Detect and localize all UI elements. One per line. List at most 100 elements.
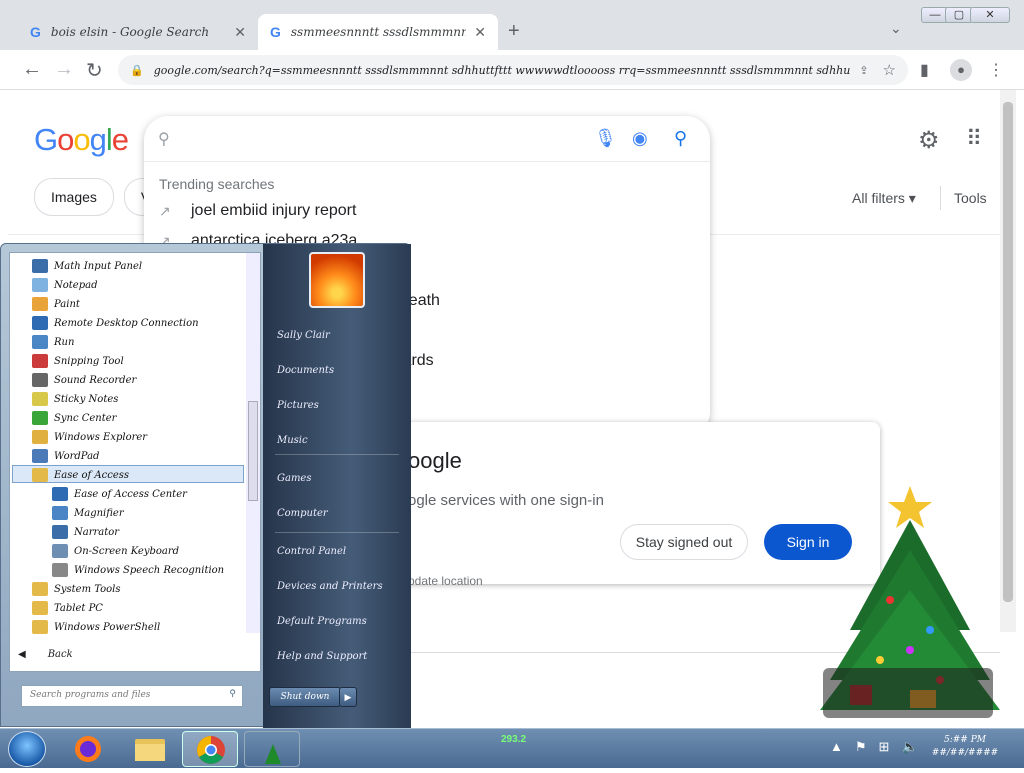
back-button[interactable]: ←: [22, 58, 42, 81]
chip-images[interactable]: Images: [34, 178, 114, 216]
program-item[interactable]: Tablet PC: [32, 599, 103, 617]
program-item[interactable]: Notepad: [32, 276, 97, 294]
tools-button[interactable]: Tools: [954, 190, 987, 206]
forward-button[interactable]: →: [54, 58, 74, 81]
program-label: WordPad: [54, 450, 100, 462]
program-item[interactable]: On-Screen Keyboard: [52, 542, 179, 560]
program-item[interactable]: Magnifier: [52, 504, 124, 522]
program-item[interactable]: Windows PowerShell: [32, 618, 160, 636]
sign-in-button[interactable]: Sign in: [764, 524, 852, 560]
volume-icon[interactable]: 🔈: [901, 739, 917, 755]
profile-avatar[interactable]: ●: [950, 59, 972, 81]
program-icon: [52, 525, 68, 539]
program-item[interactable]: Ease of Access Center: [52, 485, 187, 503]
program-item[interactable]: WordPad: [32, 447, 99, 465]
program-item[interactable]: Snipping Tool: [32, 352, 124, 370]
program-icon: [32, 620, 48, 634]
back-button[interactable]: ◀ Back: [18, 649, 73, 660]
program-item[interactable]: Sync Center: [32, 409, 116, 427]
start-right-item[interactable]: Documents: [277, 365, 334, 376]
programs-list: Math Input Panel Notepad Paint Remote Deskt…: [9, 252, 261, 672]
trending-item[interactable]: ↗ joel embiid injury report: [159, 202, 356, 220]
apps-grid-icon[interactable]: ⠿: [966, 126, 982, 152]
lock-icon[interactable]: 🔒: [130, 64, 144, 77]
all-filters-button[interactable]: All filters ▾: [852, 190, 916, 207]
start-right-item[interactable]: Music: [277, 435, 308, 446]
menu-kebab-icon[interactable]: ⋮: [988, 60, 1004, 80]
google-logo[interactable]: Google: [34, 122, 129, 158]
tab-search-chevron-icon[interactable]: ⌄: [890, 20, 902, 37]
search-input[interactable]: [179, 129, 580, 148]
start-right-item[interactable]: Games: [277, 473, 311, 484]
tab-search-1[interactable]: G bois elsin - Google Search ✕: [18, 14, 258, 50]
program-item[interactable]: Windows Explorer: [32, 428, 147, 446]
program-icon: [52, 544, 68, 558]
reload-button[interactable]: ↻: [86, 58, 103, 83]
user-picture[interactable]: [309, 252, 365, 308]
gear-icon[interactable]: ⚙: [918, 126, 940, 155]
program-item[interactable]: Math Input Panel: [32, 257, 142, 275]
start-right-item[interactable]: Help and Support: [277, 651, 367, 662]
program-label: Windows Explorer: [54, 431, 148, 443]
program-item[interactable]: Sticky Notes: [32, 390, 118, 408]
program-label: Magnifier: [74, 507, 124, 519]
start-right-item[interactable]: Control Panel: [277, 546, 346, 557]
scrollbar-thumb[interactable]: [1003, 102, 1013, 602]
show-hidden-icons-icon[interactable]: ▲: [830, 739, 843, 755]
stay-signed-out-button[interactable]: Stay signed out: [620, 524, 748, 560]
action-center-flag-icon[interactable]: ⚑: [855, 739, 867, 755]
start-right-item[interactable]: Computer: [277, 508, 328, 519]
signin-subtitle: ogle services with one sign-in: [408, 492, 604, 509]
update-location-link[interactable]: pdate location: [408, 574, 483, 588]
start-right-item[interactable]: Pictures: [277, 400, 319, 411]
explorer-taskbar-icon[interactable]: [122, 731, 178, 767]
programs-scroll-thumb[interactable]: [248, 401, 258, 501]
program-item[interactable]: Paint: [32, 295, 80, 313]
logo-letter: o: [73, 122, 90, 157]
tree-gadget-taskbar-icon[interactable]: 293.2: [244, 731, 526, 767]
close-window-button[interactable]: ✕: [970, 7, 1010, 23]
side-panel-icon[interactable]: ▮: [920, 60, 929, 80]
start-search-input[interactable]: Search programs and files ⚲: [21, 685, 243, 707]
search-submit-icon[interactable]: ⚲: [674, 128, 687, 149]
logo-letter: e: [111, 122, 129, 157]
programs-scrollbar[interactable]: [246, 253, 260, 633]
program-item[interactable]: Windows Speech Recognition: [52, 561, 224, 579]
share-icon[interactable]: ⇪: [859, 64, 868, 77]
system-tray: ▲ ⚑ ⊞ 🔈: [830, 739, 918, 755]
start-right-item[interactable]: Sally Clair: [277, 330, 330, 341]
chrome-taskbar-icon[interactable]: [182, 731, 238, 767]
shutdown-options-arrow-icon[interactable]: ▶: [339, 687, 357, 707]
start-right-item[interactable]: Devices and Printers: [277, 581, 383, 592]
program-icon: [32, 468, 48, 482]
tab-search-2[interactable]: G ssmmeesnnntt sssdlsmmmnnt sdhhuttfttt …: [258, 14, 498, 50]
lens-icon[interactable]: ◉: [632, 128, 648, 149]
program-item[interactable]: Remote Desktop Connection: [32, 314, 199, 332]
program-item[interactable]: Ease of Access: [32, 466, 129, 484]
maximize-button[interactable]: ▢: [945, 7, 973, 23]
voice-search-icon[interactable]: 🎙: [594, 128, 617, 149]
program-item[interactable]: Sound Recorder: [32, 371, 136, 389]
start-orb[interactable]: [8, 731, 46, 767]
program-item[interactable]: System Tools: [32, 580, 121, 598]
bookmark-star-icon[interactable]: ☆: [883, 61, 896, 79]
shutdown-button[interactable]: Shut down: [269, 687, 341, 707]
system-clock[interactable]: 5:## PM ##/##/####: [930, 735, 1000, 758]
search-box[interactable]: ⚲: [144, 116, 710, 162]
search-icon: ⚲: [229, 689, 236, 699]
program-icon: [32, 316, 48, 330]
start-right-pane: Sally Clair Documents Pictures Music Games Co…: [263, 244, 411, 728]
program-label: Remote Desktop Connection: [54, 317, 199, 329]
new-tab-button[interactable]: +: [508, 20, 520, 43]
address-bar[interactable]: 🔒 google.com/search?q=ssmmeesnnntt sssdl…: [118, 55, 908, 85]
url-text[interactable]: google.com/search?q=ssmmeesnnntt sssdlsm…: [154, 64, 852, 77]
network-icon[interactable]: ⊞: [879, 739, 890, 755]
page-scrollbar[interactable]: [1000, 90, 1016, 632]
start-right-item[interactable]: Default Programs: [277, 616, 367, 627]
close-tab-icon[interactable]: ✕: [234, 24, 246, 41]
program-item[interactable]: Narrator: [52, 523, 119, 541]
program-icon: [32, 392, 48, 406]
firefox-taskbar-icon[interactable]: [60, 731, 116, 767]
program-item[interactable]: Run: [32, 333, 74, 351]
close-tab-icon[interactable]: ✕: [474, 24, 486, 41]
